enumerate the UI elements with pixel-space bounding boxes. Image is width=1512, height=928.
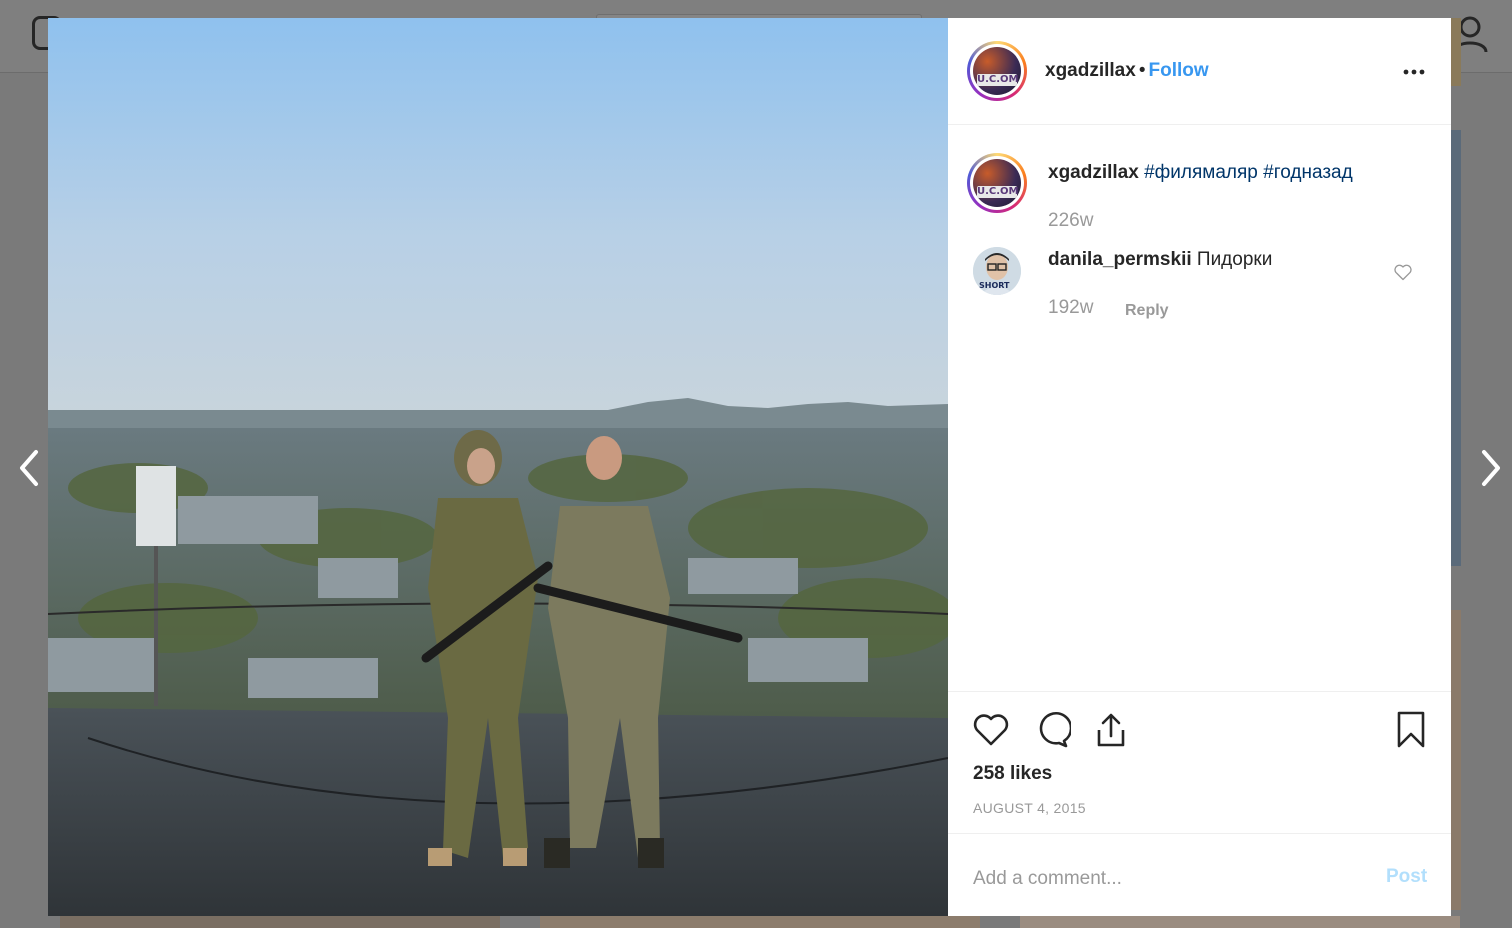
author-avatar[interactable]: U.C.OM [967,41,1027,101]
likes-count[interactable]: 258 likes [973,763,1052,785]
post-comment-button[interactable]: Post [1386,866,1427,888]
hashtag-link[interactable]: #филямаляр [1144,162,1258,183]
post-image [48,18,948,916]
author-username[interactable]: xgadzillax [1045,60,1136,81]
chevron-right-icon[interactable] [1476,448,1506,488]
post-details-panel: U.C.OM xgadzillax • Follow U.C.OM xgadzi… [948,18,1451,916]
post-photo [48,18,948,916]
heart-icon[interactable] [971,710,1011,750]
background-tile [1451,130,1461,566]
post-actions: 258 likes AUGUST 4, 2015 [948,691,1451,834]
background-tile [540,916,980,928]
header-line: xgadzillax • Follow [1045,60,1209,82]
caption-avatar[interactable]: U.C.OM [967,153,1027,213]
commenter-shirt-text: SHORT [979,281,1010,290]
bookmark-icon[interactable] [1391,710,1431,750]
caption: xgadzillax #филямаляр #годназад [1048,162,1353,184]
comment-bubble-icon[interactable] [1031,710,1071,750]
add-comment-bar: Post [948,833,1451,917]
hashtag-link[interactable]: #годназад [1263,162,1353,183]
background-tile [1451,610,1461,910]
background-tile [1451,18,1461,86]
comment-age[interactable]: 192w [1048,297,1093,319]
commenter-avatar[interactable]: SHORT [973,247,1021,295]
background-tile [1020,916,1460,928]
caption-age[interactable]: 226w [1048,210,1093,232]
background-tile [60,916,500,928]
caption-username[interactable]: xgadzillax [1048,162,1139,183]
share-icon[interactable] [1091,710,1131,750]
commenter-username[interactable]: danila_permskii [1048,249,1192,270]
post-header: U.C.OM xgadzillax • Follow [948,18,1451,125]
post-date: AUGUST 4, 2015 [973,800,1086,816]
avatar-badge-text: U.C.OM [977,74,1019,86]
comment-item: danila_permskii Пидорки [1048,249,1272,271]
avatar-badge-text: U.C.OM [977,186,1019,198]
separator-dot: • [1138,60,1146,81]
chevron-left-icon[interactable] [14,448,44,488]
follow-button[interactable]: Follow [1148,60,1208,81]
comment-input[interactable] [973,864,1353,894]
more-options-icon[interactable] [1402,62,1426,82]
comment-like-heart-icon[interactable] [1393,262,1413,282]
post-modal: U.C.OM xgadzillax • Follow U.C.OM xgadzi… [48,18,1451,916]
reply-button[interactable]: Reply [1125,302,1169,320]
comment-text: Пидорки [1196,249,1273,270]
